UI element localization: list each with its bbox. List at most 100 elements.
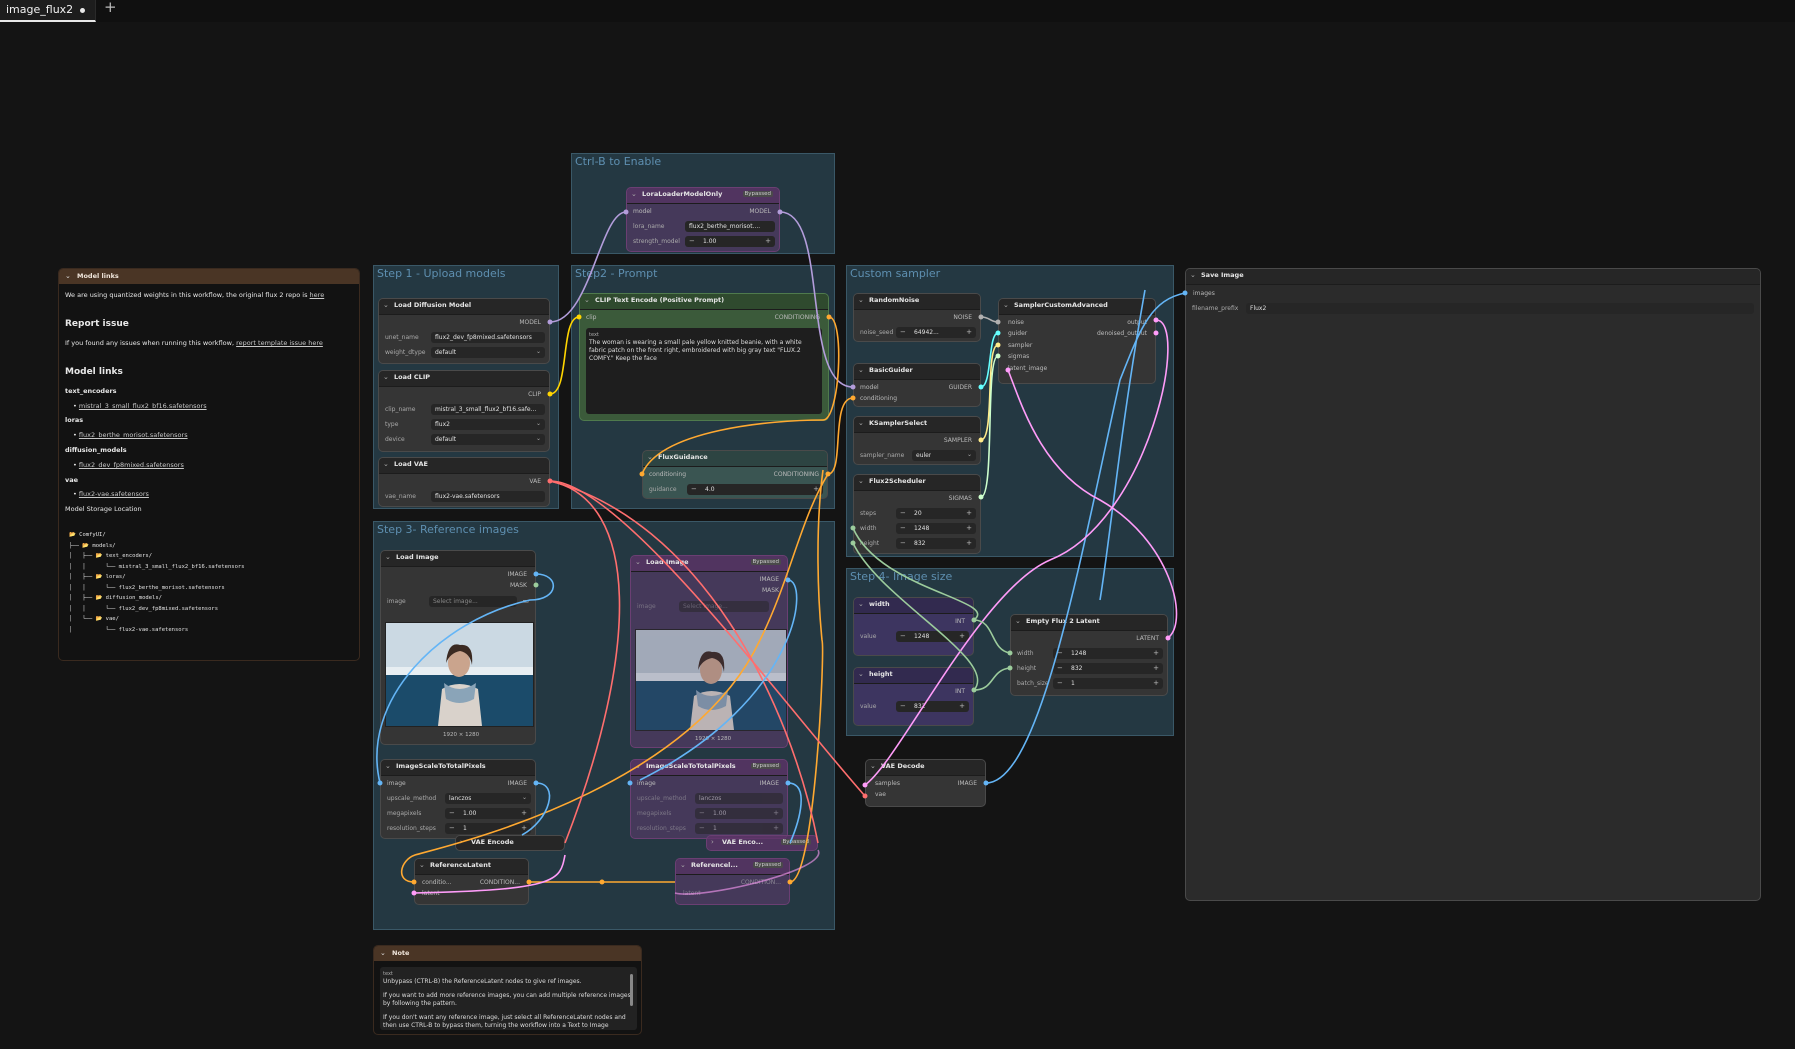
output-vae[interactable]: VAE bbox=[529, 478, 541, 485]
latent-width-widget[interactable]: width − 1248 + bbox=[1015, 648, 1163, 659]
image-select-widget[interactable]: image Select image... ▭ bbox=[385, 596, 531, 607]
increment-icon[interactable]: + bbox=[959, 632, 965, 640]
collapse-chevron-icon[interactable]: ⌄ bbox=[858, 366, 864, 374]
collapse-chevron-icon[interactable]: ⌄ bbox=[858, 419, 864, 427]
output-sampler[interactable]: SAMPLER bbox=[944, 437, 972, 444]
collapse-chevron-icon[interactable]: ⌄ bbox=[858, 600, 864, 608]
chevron-down-icon[interactable]: ⌄ bbox=[967, 451, 972, 458]
node-header[interactable]: ⌄ SamplerCustomAdvanced bbox=[999, 299, 1155, 315]
collapse-chevron-icon[interactable]: ⌄ bbox=[385, 553, 391, 561]
output-conditioning[interactable]: CONDITIONING bbox=[775, 314, 820, 321]
node-header[interactable]: ⌄ Load Image Bypassed bbox=[631, 556, 787, 572]
collapse-chevron-icon[interactable]: ⌄ bbox=[385, 762, 391, 770]
chevron-down-icon[interactable]: ⌄ bbox=[522, 794, 527, 801]
width-value-widget[interactable]: value − 1248 + bbox=[858, 631, 969, 642]
collapse-chevron-icon[interactable]: ⌄ bbox=[383, 301, 389, 309]
output-int[interactable]: INT bbox=[955, 618, 965, 625]
output-model[interactable]: MODEL bbox=[749, 208, 771, 215]
node-header[interactable]: ⌄ BasicGuider bbox=[854, 364, 980, 380]
upscale-method-widget[interactable]: upscale_method lanczos ⌄ bbox=[385, 793, 531, 804]
report-link[interactable]: report template issue here bbox=[236, 339, 323, 347]
output-image[interactable]: IMAGE bbox=[760, 780, 779, 787]
output-image[interactable]: IMAGE bbox=[508, 780, 527, 787]
input-guider[interactable]: guider bbox=[1008, 330, 1027, 337]
collapse-chevron-icon[interactable]: ⌄ bbox=[647, 453, 653, 461]
increment-icon[interactable]: + bbox=[1153, 664, 1159, 672]
input-sigmas[interactable]: sigmas bbox=[1008, 353, 1029, 360]
vae-name-widget[interactable]: vae_name flux2-vae.safetensors bbox=[383, 491, 545, 502]
increment-icon[interactable]: + bbox=[521, 824, 527, 832]
resolution-steps-widget[interactable]: resolution_steps − 1 + bbox=[385, 823, 531, 834]
input-latent[interactable]: latent bbox=[683, 890, 701, 897]
output-guider[interactable]: GUIDER bbox=[949, 384, 972, 391]
height-value-widget[interactable]: value − 832 + bbox=[858, 701, 969, 712]
node-header[interactable]: ⌄ Load CLIP bbox=[379, 371, 549, 387]
chevron-down-icon[interactable]: ⌄ bbox=[536, 348, 541, 355]
weight-dtype-widget[interactable]: weight_dtype default ⌄ bbox=[383, 347, 545, 358]
input-images[interactable]: images bbox=[1193, 290, 1215, 297]
increment-icon[interactable]: + bbox=[1153, 679, 1159, 687]
output-denoised[interactable]: denoised_output bbox=[1097, 330, 1147, 337]
flux2-scheduler-node[interactable]: ⌄ Flux2Scheduler SIGMAS steps − 20 + width − 1… bbox=[853, 474, 981, 554]
node-header[interactable]: ⌄ Model links bbox=[59, 269, 359, 284]
height-widget[interactable]: height − 832 + bbox=[858, 538, 976, 549]
input-image[interactable]: image bbox=[637, 780, 656, 787]
node-header[interactable]: ⌄ Save Image bbox=[1186, 269, 1760, 285]
collapse-chevron-icon[interactable]: ⌄ bbox=[383, 460, 389, 468]
node-header[interactable]: › VAE Encode bbox=[456, 836, 564, 850]
output-conditioning[interactable]: CONDITIONING bbox=[774, 471, 819, 478]
diffusion-link[interactable]: flux2_dev_fp8mixed.safetensors bbox=[79, 461, 184, 469]
vae-decode-node[interactable]: ⌄ VAE Decode samples vae IMAGE bbox=[865, 759, 986, 807]
clip-name-widget[interactable]: clip_name mistral_3_small_flux2_bf16.safe… bbox=[383, 404, 545, 415]
output-output[interactable]: output bbox=[1127, 319, 1147, 326]
increment-icon[interactable]: + bbox=[966, 509, 972, 517]
upscale-method-widget[interactable]: upscale_method lanczos bbox=[635, 793, 783, 804]
unet-name-widget[interactable]: unet_name flux2_dev_fp8mixed.safetensors bbox=[383, 332, 545, 343]
steps-widget[interactable]: steps − 20 + bbox=[858, 508, 976, 519]
load-vae-node[interactable]: ⌄ Load VAE VAE vae_name flux2-vae.safetens… bbox=[378, 457, 550, 507]
vae-encode-node[interactable]: › VAE Encode bbox=[455, 835, 565, 851]
input-conditioning[interactable]: conditioning bbox=[860, 395, 897, 402]
increment-icon[interactable]: + bbox=[765, 237, 771, 245]
collapse-chevron-icon[interactable]: ⌄ bbox=[631, 190, 637, 198]
lora-link[interactable]: flux2_berthe_morisot.safetensors bbox=[79, 431, 188, 439]
increment-icon[interactable]: + bbox=[1153, 649, 1159, 657]
output-conditioning[interactable]: CONDITION... bbox=[480, 879, 520, 886]
basic-guider-node[interactable]: ⌄ BasicGuider model GUIDER conditioning bbox=[853, 363, 981, 407]
sampler-custom-advanced-node[interactable]: ⌄ SamplerCustomAdvanced noise guider samp… bbox=[998, 298, 1156, 384]
chevron-down-icon[interactable]: ⌄ bbox=[536, 420, 541, 427]
collapse-chevron-icon[interactable]: ⌄ bbox=[419, 861, 425, 869]
collapse-chevron-icon[interactable]: ⌄ bbox=[680, 861, 686, 869]
decrement-icon[interactable]: − bbox=[1057, 664, 1063, 672]
lora-loader-node[interactable]: ⌄ LoraLoaderModelOnly Bypassed model MODEL… bbox=[626, 187, 780, 252]
increment-icon[interactable]: + bbox=[966, 524, 972, 532]
collapse-chevron-icon[interactable]: ⌄ bbox=[858, 296, 864, 304]
node-header[interactable]: ⌄ ImageScaleToTotalPixels bbox=[381, 760, 535, 776]
sampler-name-widget[interactable]: sampler_name euler ⌄ bbox=[858, 450, 976, 461]
folder-icon[interactable]: ▭ bbox=[522, 597, 529, 605]
decrement-icon[interactable]: − bbox=[1057, 649, 1063, 657]
input-image[interactable]: image bbox=[387, 780, 406, 787]
clip-device-widget[interactable]: device default ⌄ bbox=[383, 434, 545, 445]
increment-icon[interactable]: + bbox=[773, 824, 779, 832]
text-encoder-link[interactable]: mistral_3_small_flux2_bf16.safetensors bbox=[79, 402, 207, 410]
decrement-icon[interactable]: − bbox=[900, 524, 906, 532]
node-header[interactable]: ⌄ RandomNoise bbox=[854, 294, 980, 310]
collapse-chevron-icon[interactable]: ⌄ bbox=[584, 296, 590, 304]
input-conditioning[interactable]: conditioning bbox=[649, 471, 686, 478]
decrement-icon[interactable]: − bbox=[1057, 679, 1063, 687]
width-primitive-node[interactable]: ⌄ width INT value − 1248 + bbox=[853, 597, 974, 656]
width-widget[interactable]: width − 1248 + bbox=[858, 523, 976, 534]
load-clip-node[interactable]: ⌄ Load CLIP CLIP clip_name mistral_3_small… bbox=[378, 370, 550, 452]
load-image-bypassed-node[interactable]: ⌄ Load Image Bypassed IMAGE MASK image Sele… bbox=[630, 555, 788, 748]
note-textarea[interactable]: text Unbypass (CTRL-B) the ReferenceLate… bbox=[380, 967, 637, 1030]
node-header[interactable]: ⌄ Load Diffusion Model bbox=[379, 299, 549, 315]
decrement-icon[interactable]: − bbox=[900, 328, 906, 336]
image-scale-node[interactable]: ⌄ ImageScaleToTotalPixels image IMAGE ups… bbox=[380, 759, 536, 839]
increment-icon[interactable]: + bbox=[521, 809, 527, 817]
increment-icon[interactable]: + bbox=[966, 539, 972, 547]
node-header[interactable]: ⌄ FluxGuidance bbox=[643, 451, 827, 467]
workflow-tab[interactable]: image_flux2 bbox=[0, 0, 96, 22]
collapse-chevron-icon[interactable]: ⌄ bbox=[1190, 271, 1196, 279]
lora-name-widget[interactable]: lora_name flux2_berthe_morisot.... bbox=[631, 221, 775, 232]
